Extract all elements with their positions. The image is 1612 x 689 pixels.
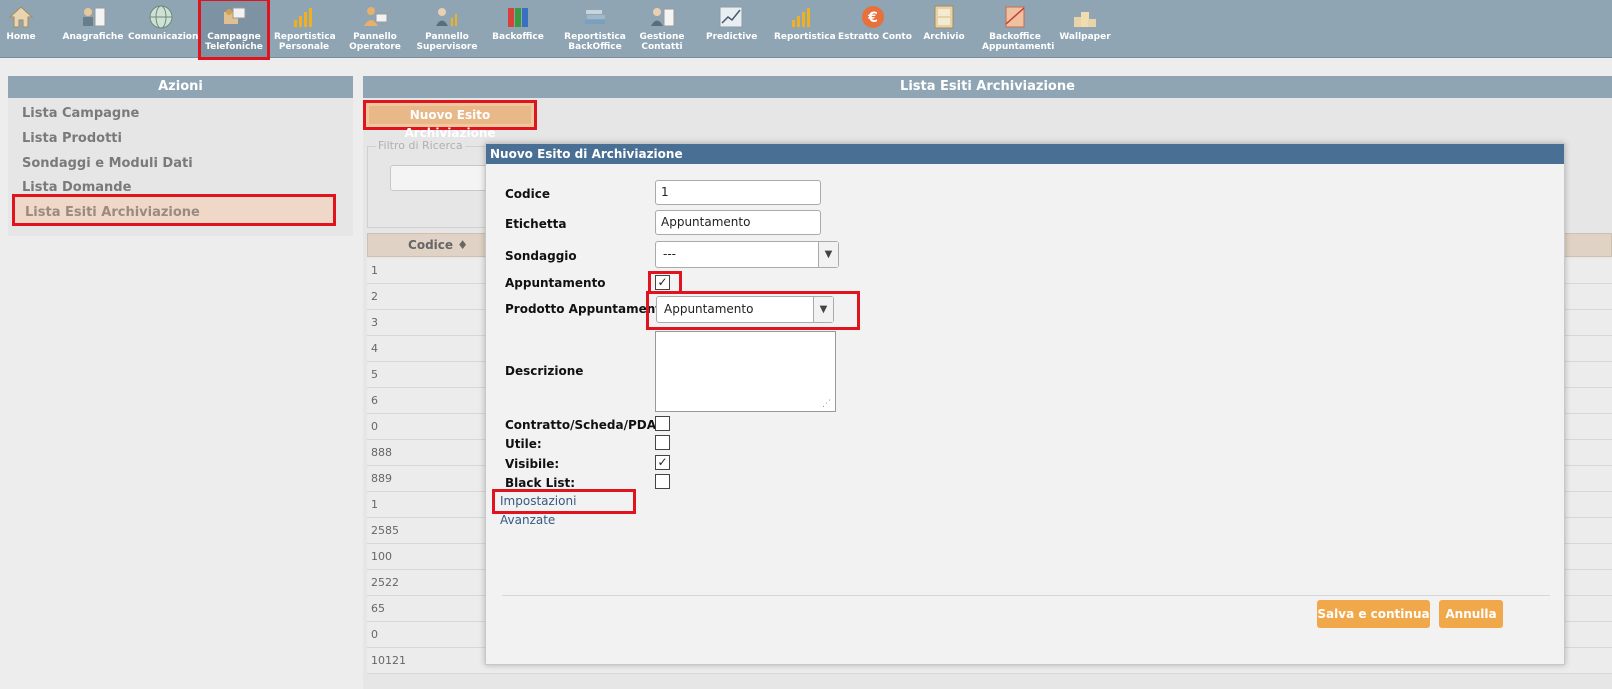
actions-panel: Azioni Lista Campagne Lista Prodotti Son… (8, 76, 353, 236)
label-prodotto-appuntamento: Prodotto Appuntamento (505, 302, 670, 316)
books-icon (585, 10, 605, 24)
top-toolbar: Home Anagrafiche Comunicazioni Campagne … (0, 0, 1612, 60)
sondaggio-select[interactable]: --- ▼ (655, 241, 839, 268)
svg-text:€: € (867, 10, 878, 26)
appointments-icon (1005, 6, 1025, 28)
cell-codice: 100 (371, 550, 392, 563)
contacts-icon (83, 7, 106, 27)
cabinet-icon (934, 5, 954, 29)
label-visibile: Visibile: (505, 457, 560, 471)
cell-codice: 0 (371, 628, 378, 641)
cell-codice: 889 (371, 472, 392, 485)
cell-codice: 4 (371, 342, 378, 355)
search-filter: Filtro di Ricerca (367, 139, 490, 228)
label-appuntamento: Appuntamento (505, 276, 606, 290)
cancel-button[interactable]: Annulla (1439, 600, 1503, 628)
etichetta-input[interactable]: Appuntamento (655, 210, 821, 235)
label-codice: Codice (505, 187, 551, 201)
nav-lista-domande[interactable]: Lista Domande (22, 180, 131, 195)
chevron-down-icon: ▼ (818, 242, 838, 267)
bar-chart-icon (792, 8, 810, 27)
toolbar-wallpaper[interactable]: Wallpaper (1058, 2, 1112, 56)
actions-panel-title: Azioni (8, 76, 353, 98)
descrizione-textarea[interactable] (655, 331, 836, 412)
cell-codice: 3 (371, 316, 378, 329)
toolbar-gestione-contatti[interactable]: Gestione Contatti (634, 2, 690, 56)
toolbar-backoffice[interactable]: Backoffice (490, 2, 546, 56)
toolbar-reportistica-backoffice[interactable]: Reportistica BackOffice (562, 2, 628, 56)
binders-icon (508, 8, 528, 27)
cell-codice: 65 (371, 602, 385, 615)
cell-codice: 2522 (371, 576, 399, 589)
label-descrizione: Descrizione (505, 364, 584, 378)
modal-title: Nuovo Esito di Archiviazione (486, 144, 1564, 164)
utile-checkbox[interactable] (655, 435, 670, 450)
new-esito-button[interactable]: Nuovo Esito Archiviazione (363, 100, 537, 140)
operator-icon (364, 7, 388, 26)
advanced-settings-link[interactable]: Impostazioni Avanzate (492, 489, 636, 527)
filter-legend: Filtro di Ricerca (376, 139, 465, 152)
toolbar-archivio[interactable]: Archivio (922, 2, 966, 56)
supervisor-icon (436, 8, 457, 26)
contacts-manage-icon (651, 8, 675, 27)
modal-divider (502, 595, 1550, 596)
home-icon (8, 6, 34, 28)
cell-codice: 10121 (371, 654, 406, 667)
cell-codice: 5 (371, 368, 378, 381)
label-etichetta: Etichetta (505, 217, 567, 231)
prodotto-select[interactable]: Appuntamento ▼ (656, 296, 834, 323)
trend-icon (719, 6, 743, 28)
sondaggio-value: --- (663, 247, 676, 261)
podium-icon (1074, 12, 1096, 27)
phone-campaign-icon (224, 7, 246, 24)
contratto-checkbox[interactable] (655, 416, 670, 431)
toolbar-campagne-telefoniche[interactable]: Campagne Telefoniche (198, 0, 270, 60)
visibile-checkbox[interactable]: ✓ (655, 455, 670, 470)
cell-codice: 1 (371, 498, 378, 511)
cell-codice: 6 (371, 394, 378, 407)
prodotto-value: Appuntamento (664, 302, 754, 316)
appuntamento-checkbox[interactable]: ✓ (655, 275, 670, 290)
toolbar-comunicazioni[interactable]: Comunicazioni (128, 2, 201, 56)
toolbar-backoffice-appuntamenti[interactable]: Backoffice Appuntamenti (982, 2, 1054, 56)
nav-lista-campagne[interactable]: Lista Campagne (22, 106, 139, 121)
cell-codice: 2 (371, 290, 378, 303)
label-blacklist: Black List: (505, 476, 576, 490)
bar-chart-icon (294, 8, 312, 27)
nav-sondaggi-moduli[interactable]: Sondaggi e Moduli Dati (22, 156, 193, 171)
resize-grip-icon[interactable]: ⋰ (822, 399, 831, 409)
nav-lista-prodotti[interactable]: Lista Prodotti (22, 131, 122, 146)
cell-codice: 2585 (371, 524, 399, 537)
toolbar-anagrafiche[interactable]: Anagrafiche (62, 2, 124, 56)
label-utile: Utile: (505, 437, 542, 451)
cell-codice: 1 (371, 264, 378, 277)
globe-icon (149, 5, 173, 29)
codice-input[interactable]: 1 (655, 180, 821, 205)
toolbar-home[interactable]: Home (2, 2, 40, 56)
label-sondaggio: Sondaggio (505, 249, 577, 263)
cell-codice: 888 (371, 446, 392, 459)
toolbar-estratto-conto[interactable]: € Estratto Conto (838, 2, 912, 56)
toolbar-reportistica[interactable]: Reportistica (774, 2, 836, 56)
euro-icon: € (862, 6, 884, 28)
toolbar-reportistica-personale[interactable]: Reportistica Personale (274, 2, 336, 56)
filter-input[interactable] (390, 165, 490, 191)
cell-codice: 0 (371, 420, 378, 433)
chevron-down-icon: ▼ (813, 297, 833, 322)
toolbar-pannello-operatore[interactable]: Pannello Operatore (346, 2, 404, 56)
label-contratto: Contratto/Scheda/PDA: (505, 418, 662, 432)
toolbar-pannello-supervisore[interactable]: Pannello Supervisore (416, 2, 478, 56)
blacklist-checkbox[interactable] (655, 474, 670, 489)
save-continue-button[interactable]: Salva e continua (1317, 600, 1430, 628)
new-esito-modal: Nuovo Esito di Archiviazione Codice 1 Et… (485, 143, 1565, 665)
nav-lista-esiti-archiviazione[interactable]: Lista Esiti Archiviazione (12, 194, 336, 226)
main-panel-title: Lista Esiti Archiviazione (363, 76, 1612, 98)
toolbar-predictive[interactable]: Predictive (706, 2, 757, 56)
